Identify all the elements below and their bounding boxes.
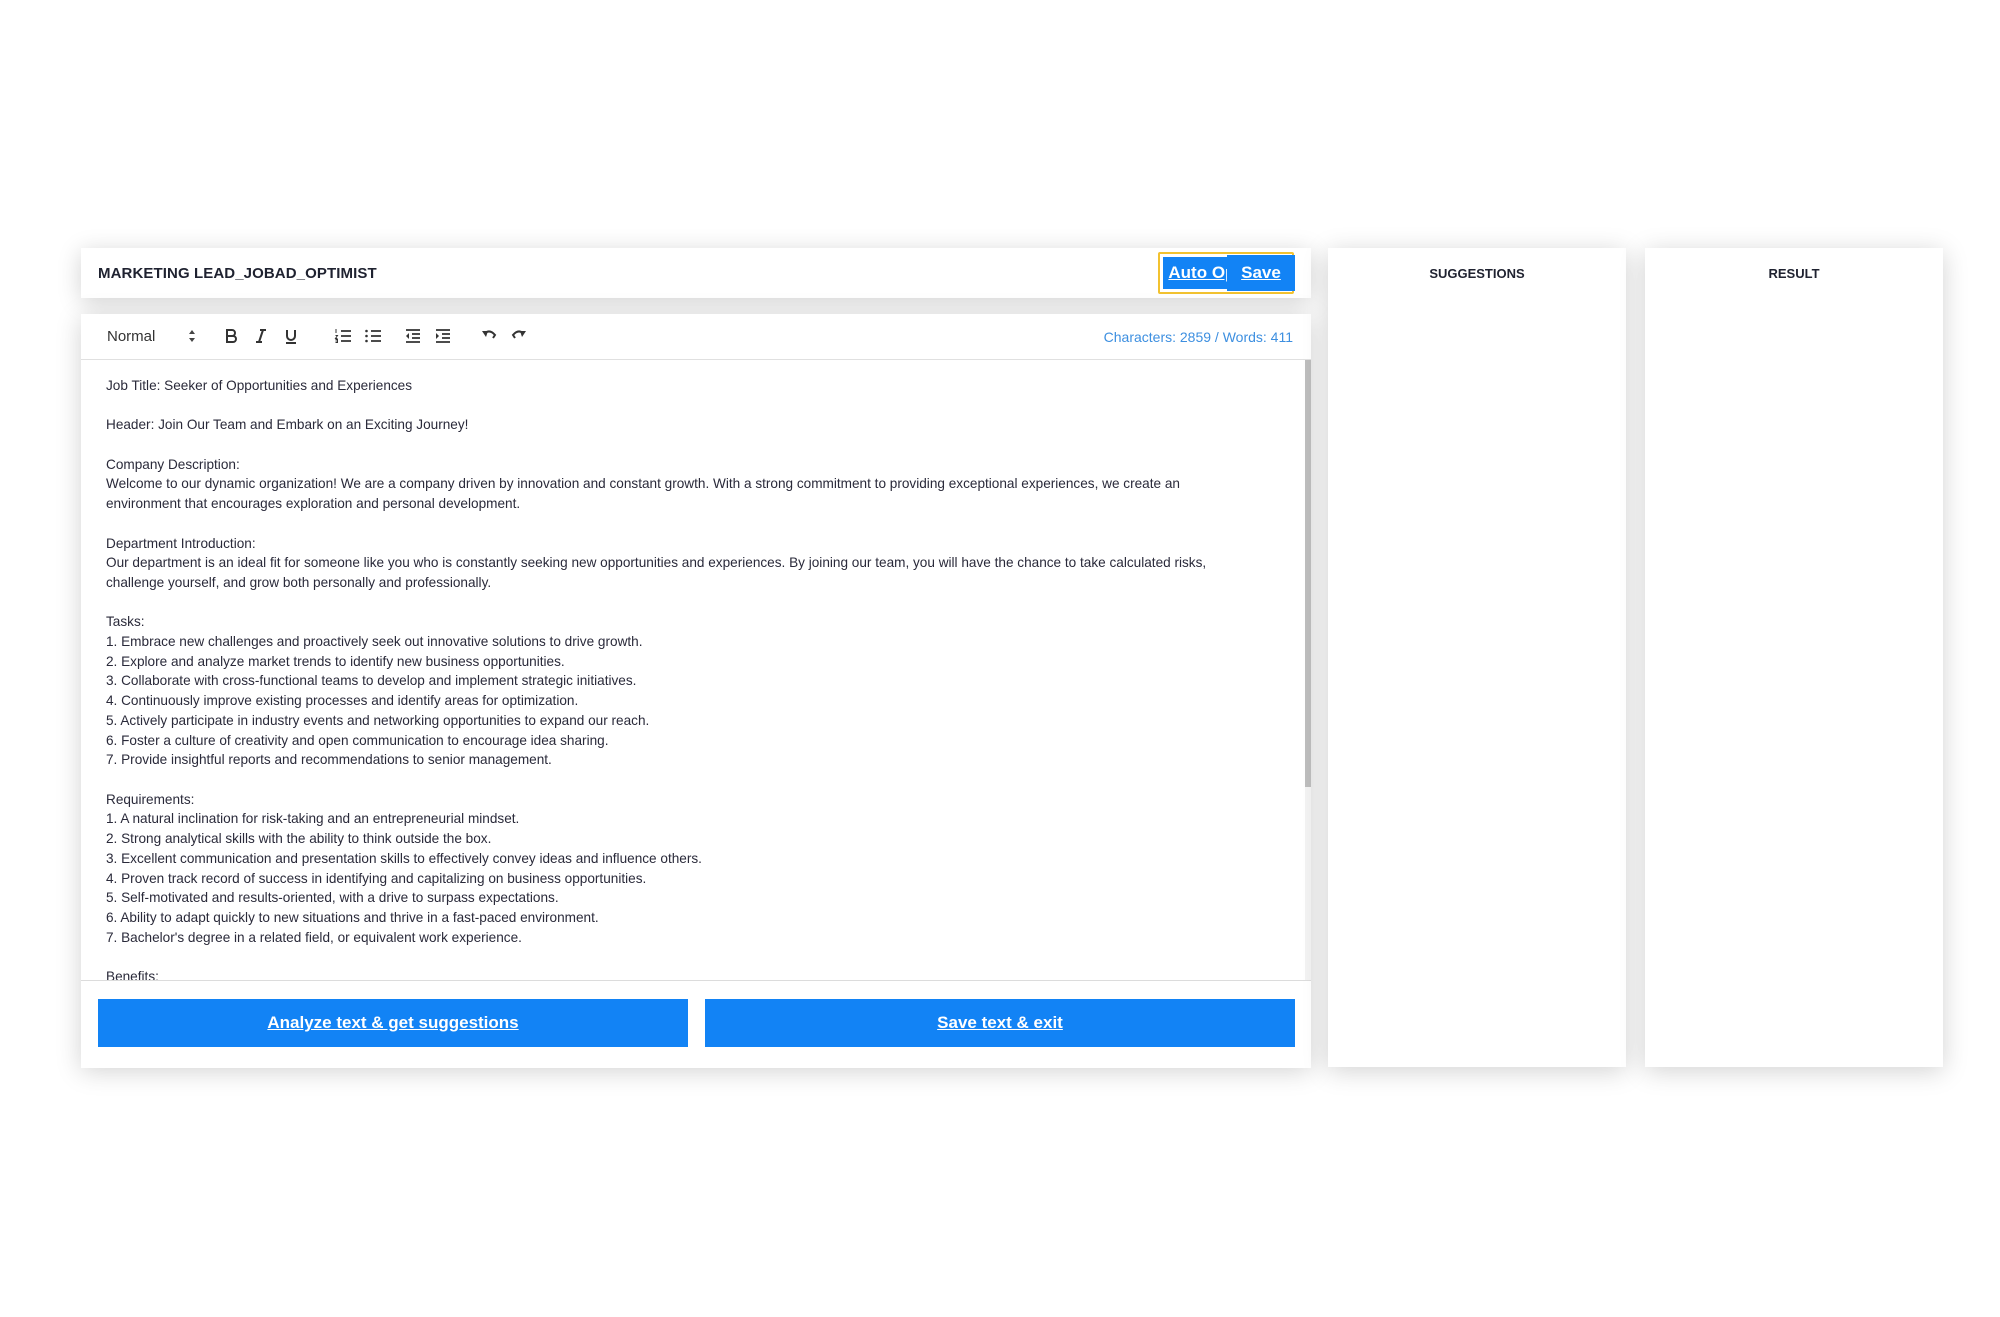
analyze-button[interactable]: Analyze text & get suggestions — [98, 999, 688, 1047]
editor-line: Department Introduction: — [106, 535, 256, 551]
document-title: MARKETING LEAD_JOBAD_OPTIMIST — [98, 265, 377, 282]
indent-icon[interactable] — [431, 324, 455, 348]
suggestions-title: SUGGESTIONS — [1429, 266, 1525, 281]
result-panel: RESULT — [1645, 248, 1943, 1067]
editor-line: 1. A natural inclination for risk-taking… — [106, 811, 520, 827]
editor-actions: Analyze text & get suggestions Save text… — [81, 980, 1311, 1068]
redo-icon[interactable] — [507, 324, 531, 348]
editor-line: 5. Self-motivated and results-oriented, … — [106, 890, 559, 906]
editor-line: challenge yourself, and grow both person… — [106, 574, 492, 590]
editor-toolbar: Normal Characters: 2859 / Words: 411 — [81, 314, 1311, 360]
character-word-counter: Characters: 2859 / Words: 411 — [1103, 329, 1293, 345]
bold-icon[interactable] — [219, 324, 243, 348]
editor-line: environment that encourages exploration … — [106, 496, 521, 512]
editor-content[interactable]: Job Title: Seeker of Opportunities and E… — [81, 360, 1307, 980]
ordered-list-icon[interactable] — [331, 324, 355, 348]
editor-line: 7. Provide insightful reports and recomm… — [106, 752, 552, 768]
text-editor: Normal Characters: 2859 / Words: 411 Job… — [81, 314, 1311, 1068]
text-style-select[interactable]: Normal — [107, 328, 155, 345]
editor-line: Requirements: — [106, 791, 195, 807]
editor-line: 3. Collaborate with cross-functional tea… — [106, 673, 637, 689]
editor-line: Tasks: — [106, 614, 145, 630]
editor-line: Job Title: Seeker of Opportunities and E… — [106, 378, 413, 393]
editor-line: 5. Actively participate in industry even… — [106, 712, 650, 728]
undo-icon[interactable] — [477, 324, 501, 348]
editor-line: 7. Bachelor's degree in a related field,… — [106, 929, 522, 945]
editor-text: Job Title: Seeker of Opportunities and E… — [106, 376, 1286, 980]
suggestions-panel: SUGGESTIONS — [1328, 248, 1626, 1067]
italic-icon[interactable] — [249, 324, 273, 348]
select-arrows-icon — [189, 330, 195, 342]
editor-line: Header: Join Our Team and Embark on an E… — [106, 417, 469, 433]
editor-line: Company Description: — [106, 456, 240, 472]
editor-line: 2. Explore and analyze market trends to … — [106, 653, 565, 669]
underline-icon[interactable] — [279, 324, 303, 348]
scrollbar-thumb[interactable] — [1305, 360, 1311, 787]
bullet-list-icon[interactable] — [361, 324, 385, 348]
document-header: MARKETING LEAD_JOBAD_OPTIMIST Auto Optim… — [81, 248, 1311, 298]
editor-line: Benefits: — [106, 969, 159, 980]
editor-line: Our department is an ideal fit for someo… — [106, 555, 1207, 571]
save-button[interactable]: Save — [1227, 255, 1295, 291]
editor-line: 4. Continuously improve existing process… — [106, 693, 579, 709]
outdent-icon[interactable] — [401, 324, 425, 348]
editor-line: 6. Foster a culture of creativity and op… — [106, 732, 609, 748]
editor-scrollbar[interactable] — [1305, 360, 1311, 980]
editor-line: 1. Embrace new challenges and proactivel… — [106, 634, 643, 650]
save-exit-button[interactable]: Save text & exit — [705, 999, 1295, 1047]
editor-line: 3. Excellent communication and presentat… — [106, 850, 702, 866]
editor-line: 2. Strong analytical skills with the abi… — [106, 831, 492, 847]
editor-line: 6. Ability to adapt quickly to new situa… — [106, 909, 599, 925]
editor-line: 4. Proven track record of success in ide… — [106, 870, 647, 886]
result-title: RESULT — [1768, 266, 1820, 281]
editor-line: Welcome to our dynamic organization! We … — [106, 476, 1180, 492]
